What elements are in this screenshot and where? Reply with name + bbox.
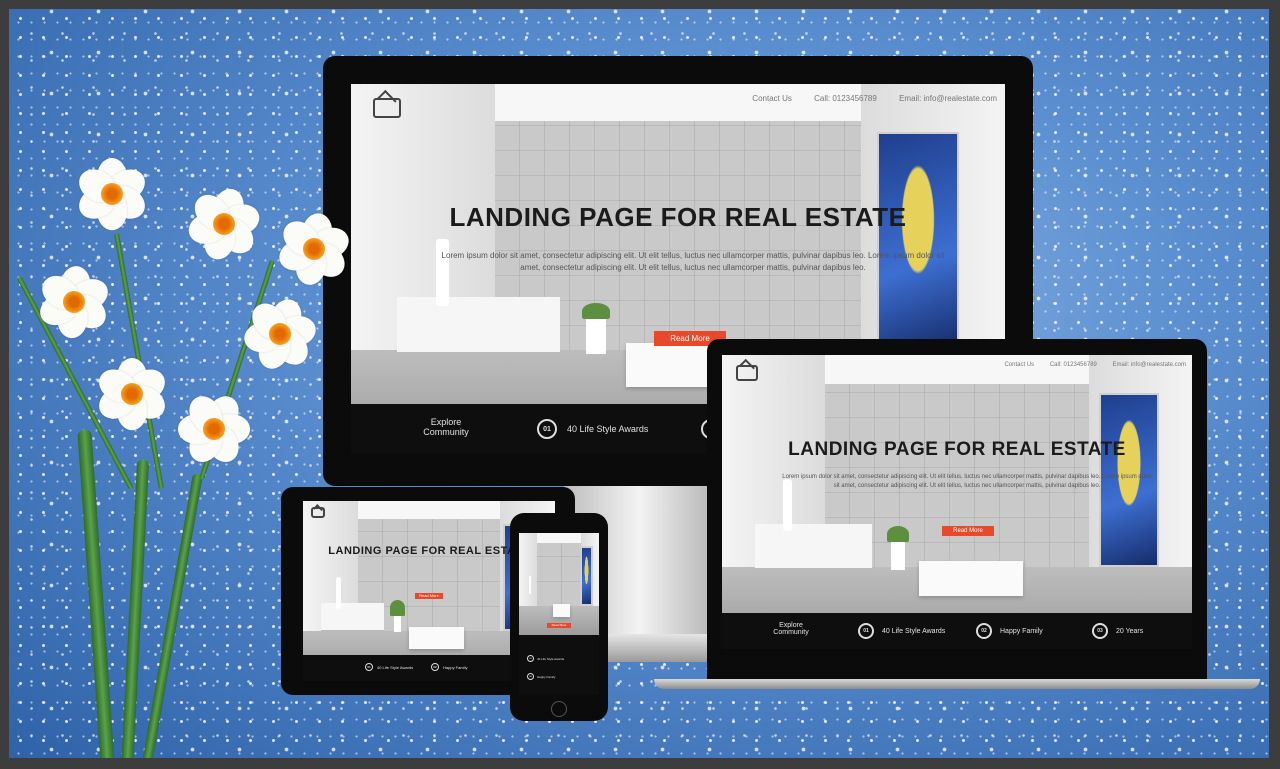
stat-item-1: 01 40 Life Style Awards: [527, 655, 564, 662]
flower-icon: [185, 185, 263, 263]
hero-image: [722, 355, 1192, 649]
stat-item-2: 02 Happy Family: [431, 663, 467, 671]
stat-label-2: Happy Family: [537, 674, 556, 679]
logo-icon[interactable]: [736, 365, 758, 381]
phone: Read More 01 40 Life Style Awards 02 Hap…: [510, 513, 608, 721]
stat-number-3: 03: [1092, 623, 1108, 639]
flower-icon: [93, 358, 171, 431]
flower-icon: [34, 264, 114, 340]
phone-screen: Read More 01 40 Life Style Awards 02 Hap…: [519, 533, 599, 695]
phone-home-button[interactable]: [551, 701, 567, 717]
laptop-base: [654, 679, 1260, 689]
hero-title: LANDING PAGE FOR REAL ESTATE: [788, 439, 1126, 460]
top-nav: Contact Us Call: 0123456789 Email: info@…: [1004, 362, 1186, 368]
hero-title: LANDING PAGE FOR REAL ESTATE: [449, 202, 907, 232]
hero-subtitle: Lorem ipsum dolor sit amet, consectetur …: [441, 251, 945, 272]
read-more-button[interactable]: Read More: [942, 526, 994, 536]
explore-community-link[interactable]: Explore Community: [768, 622, 814, 636]
stat-label-1: 40 Life Style Awards: [882, 627, 946, 635]
promo-background: Contact Us Call: 0123456789 Email: info@…: [9, 9, 1269, 758]
stat-label-2: Happy Family: [1000, 627, 1043, 635]
stat-number-1: 01: [527, 655, 534, 662]
read-more-button[interactable]: Read More: [415, 593, 443, 599]
flower-icon: [274, 210, 354, 288]
stat-number-1: 01: [537, 419, 557, 439]
stat-number-2: 02: [527, 673, 534, 680]
laptop: Contact Us Call: 0123456789 Email: info@…: [707, 339, 1207, 679]
stat-label-2: Happy Family: [443, 664, 468, 670]
stat-item-2: 02 Happy Family: [527, 673, 555, 680]
stat-number-2: 02: [431, 663, 439, 671]
hero-subtitle: Lorem ipsum dolor sit amet, consectetur …: [782, 474, 1152, 489]
stat-item-3: 03 20 Years: [1092, 623, 1143, 639]
stat-label-1: 40 Life Style Awards: [567, 424, 649, 434]
explore-community-link[interactable]: Explore Community: [413, 417, 479, 437]
daffodil-bouquet: [9, 129, 354, 758]
nav-email-text: Email: info@realestate.com: [1112, 362, 1186, 368]
nav-email-text: Email: info@realestate.com: [899, 94, 997, 103]
laptop-screen: Contact Us Call: 0123456789 Email: info@…: [722, 355, 1192, 649]
stat-item-1: 01 40 Life Style Awards: [858, 623, 945, 639]
stat-number-2: 02: [976, 623, 992, 639]
stat-item-2: 02 Happy Family: [976, 623, 1043, 639]
stat-label-1: 40 Life Style Awards: [377, 664, 414, 670]
logo-icon[interactable]: [373, 98, 401, 118]
nav-call-text: Call: 0123456789: [814, 94, 877, 103]
explore-community-label: Explore Community: [773, 622, 809, 636]
stat-item-1: 01 40 Life Style Awards: [537, 419, 648, 439]
nav-contact-link[interactable]: Contact Us: [752, 94, 792, 103]
flower-icon: [241, 295, 319, 374]
read-more-button[interactable]: Read More: [547, 623, 571, 628]
stats-bar: 01 40 Life Style Awards 02 Happy Family: [519, 635, 599, 695]
stat-label-1: 40 Life Style Awards: [537, 656, 565, 661]
nav-contact-link[interactable]: Contact Us: [1004, 362, 1034, 368]
hero-image: [519, 533, 599, 635]
stat-number-1: 01: [858, 623, 874, 639]
stat-item-1: 01 40 Life Style Awards: [365, 663, 413, 671]
flower-icon: [73, 158, 151, 231]
flower-icon: [177, 390, 251, 468]
nav-call-text: Call: 0123456789: [1049, 362, 1097, 368]
stats-bar: Explore Community 01 40 Life Style Award…: [722, 613, 1192, 649]
top-nav: Contact Us Call: 0123456789 Email: info@…: [752, 94, 997, 103]
explore-community-label: Explore Community: [423, 417, 469, 437]
stat-number-1: 01: [365, 663, 373, 671]
stat-label-3: 20 Years: [1116, 627, 1144, 635]
